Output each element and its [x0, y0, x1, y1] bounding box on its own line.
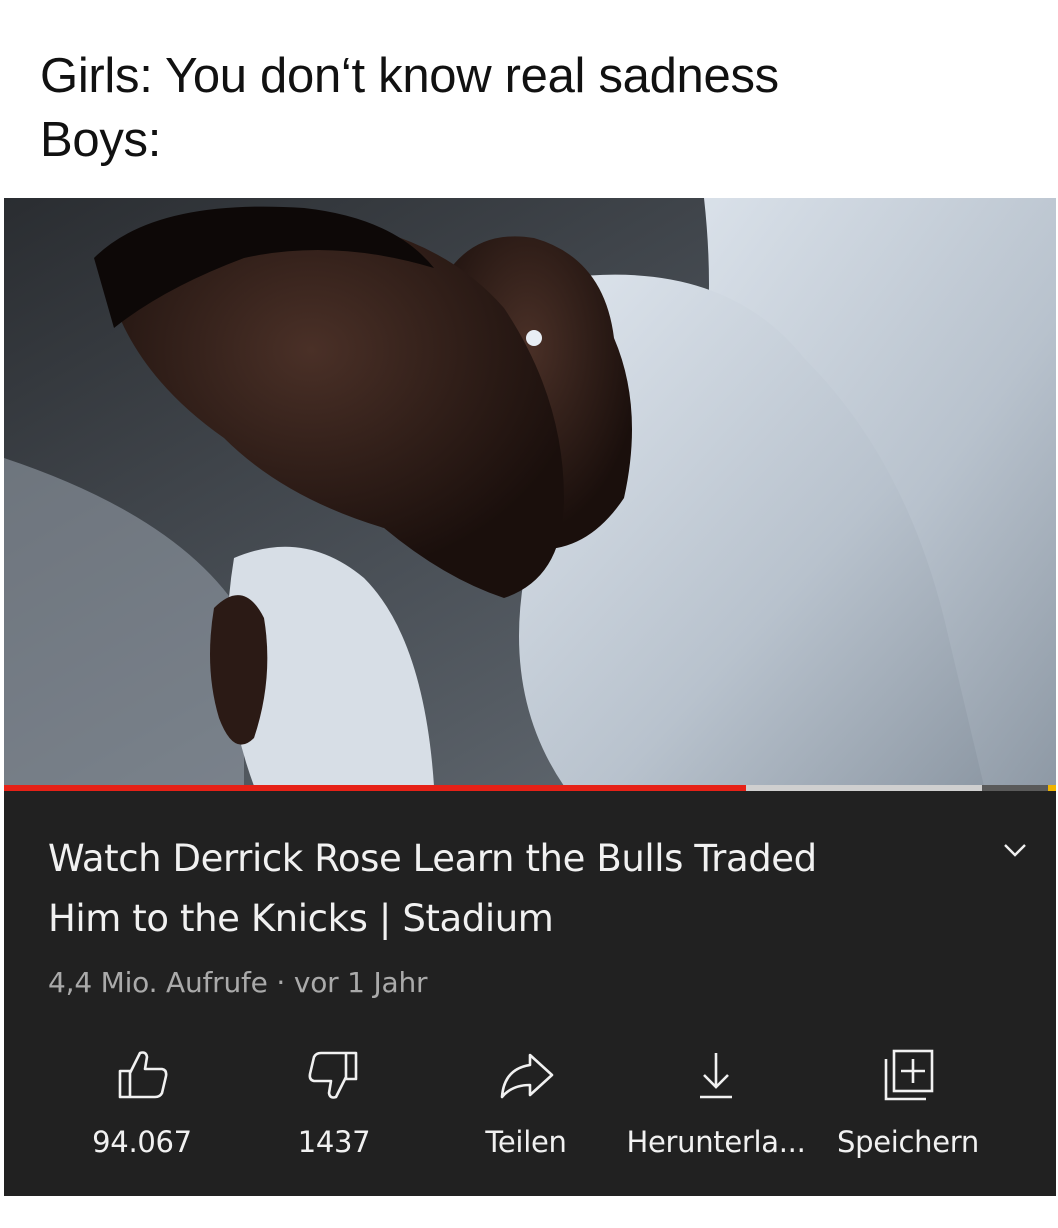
like-count: 94.067 [92, 1125, 192, 1159]
dislike-button[interactable]: 1437 [234, 1041, 434, 1171]
share-label: Teilen [485, 1125, 567, 1159]
save-label: Speichern [837, 1125, 979, 1159]
share-button[interactable]: Teilen [426, 1041, 626, 1171]
video-title[interactable]: Watch Derrick Rose Learn the Bulls Trade… [48, 829, 928, 949]
meta-separator: · [267, 966, 294, 999]
video-info-panel: Watch Derrick Rose Learn the Bulls Trade… [4, 791, 1056, 1196]
save-playlist-icon [884, 1049, 934, 1101]
video-meta: 4,4 Mio. Aufrufe · vor 1 Jahr [48, 966, 428, 999]
download-label: Herunterla... [626, 1125, 806, 1159]
video-title-line-1: Watch Derrick Rose Learn the Bulls Trade… [48, 837, 817, 880]
view-count: 4,4 Mio. Aufrufe [48, 966, 268, 999]
meme-caption: Girls: You don‘t know real sadness Boys: [40, 44, 779, 172]
like-button[interactable]: 94.067 [42, 1041, 242, 1171]
video-title-line-2: Him to the Knicks | Stadium [48, 897, 554, 940]
chevron-down-icon[interactable] [1000, 835, 1030, 865]
upload-age: vor 1 Jahr [293, 966, 428, 999]
action-bar: 94.067 1437 Teilen Herunterla... Speiche… [4, 1041, 1056, 1181]
save-button[interactable]: Speichern [808, 1041, 1008, 1171]
thumbs-down-icon [308, 1051, 358, 1099]
thumbs-up-icon [118, 1051, 168, 1099]
video-thumbnail-image [4, 198, 1056, 786]
download-icon [700, 1053, 732, 1099]
download-button[interactable]: Herunterla... [616, 1041, 816, 1171]
dislike-count: 1437 [297, 1125, 371, 1159]
share-icon [500, 1053, 554, 1099]
caption-line-2: Boys: [40, 113, 162, 167]
video-frame[interactable] [4, 198, 1056, 786]
caption-line-1: Girls: You don‘t know real sadness [40, 49, 779, 103]
